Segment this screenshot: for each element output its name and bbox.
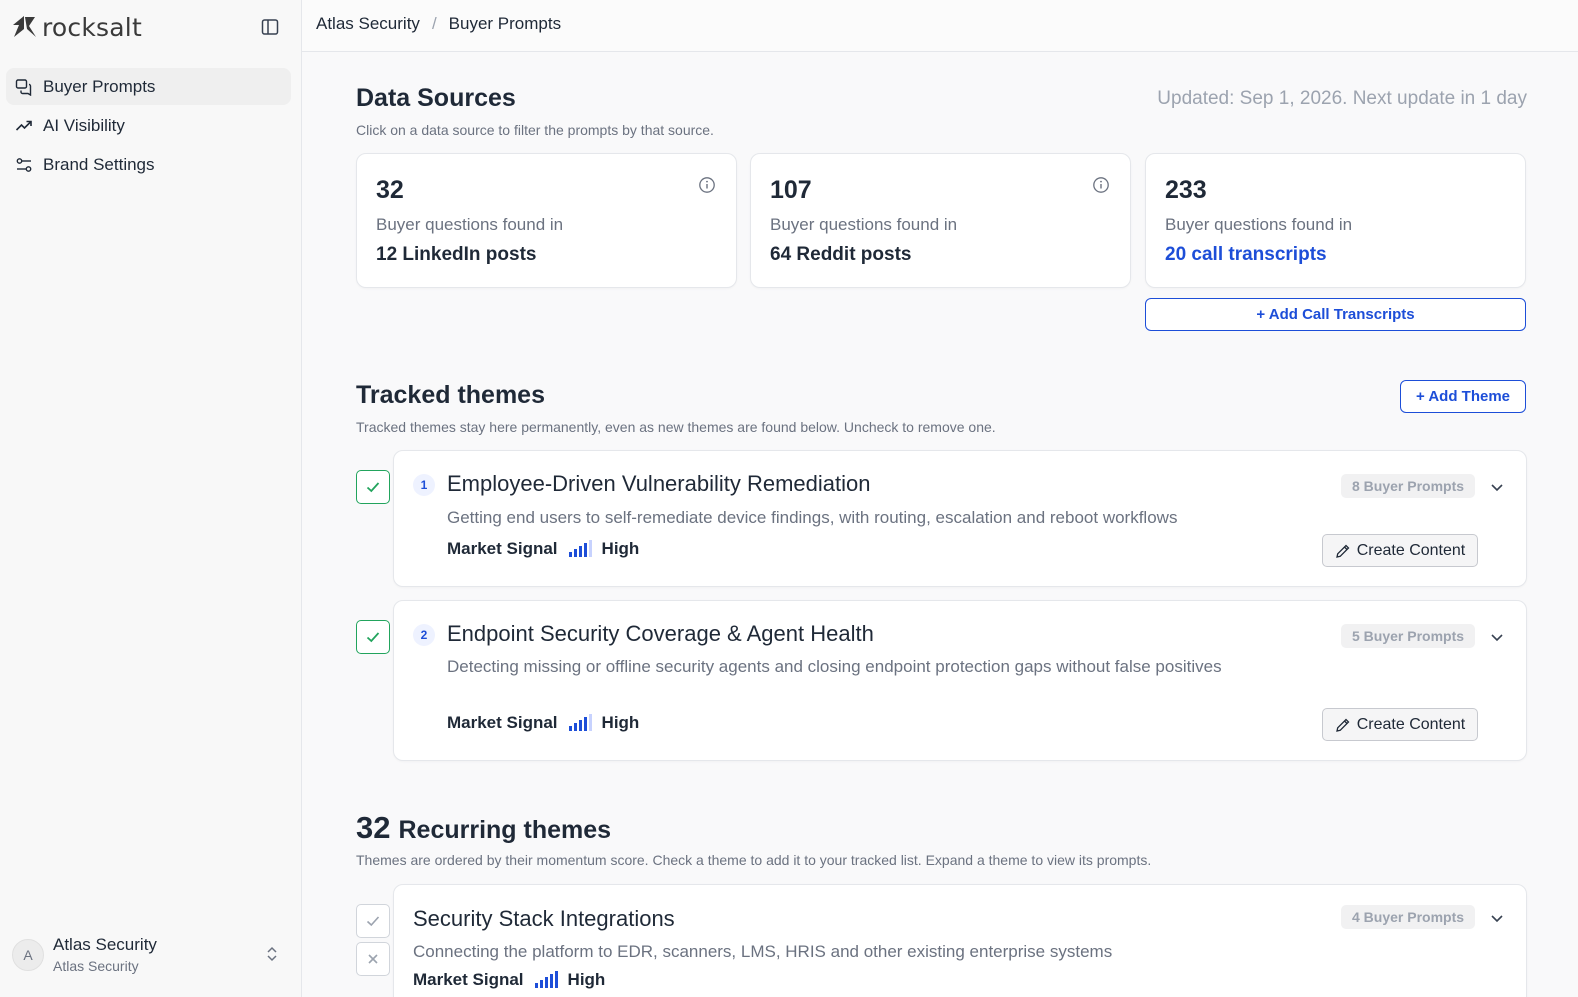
chevron-up-down-icon [267, 946, 277, 962]
source-label: Buyer questions found in [770, 215, 958, 234]
sidebar-item-buyer-prompts[interactable]: Buyer Prompts [6, 68, 291, 105]
create-content-label: Create Content [1356, 715, 1466, 733]
market-signal-value: High [601, 539, 640, 558]
source-card-reddit[interactable]: 107 Buyer questions found in 64 Reddit p… [750, 153, 1131, 288]
updated-status: Updated: Sep 1, 2026. Next update in 1 d… [1157, 88, 1527, 109]
theme-checkbox[interactable] [356, 620, 390, 654]
market-signal: Market Signal High [447, 713, 639, 733]
source-label: Buyer questions found in [1165, 215, 1353, 234]
tracked-theme-card[interactable]: 1 Employee-Driven Vulnerability Remediat… [393, 450, 1527, 587]
source-name: 12 LinkedIn posts [376, 244, 537, 265]
chevron-down-icon[interactable] [1489, 479, 1505, 495]
breadcrumb-current: Buyer Prompts [448, 14, 562, 33]
create-content-button[interactable]: Create Content [1322, 708, 1478, 741]
sliders-icon [16, 157, 32, 172]
theme-checkbox[interactable] [356, 470, 390, 504]
check-icon [366, 632, 380, 643]
avatar: A [12, 939, 44, 971]
trending-up-icon [15, 120, 32, 131]
market-signal-label: Market Signal [447, 713, 558, 732]
add-theme-button[interactable]: + Add Theme [1400, 380, 1526, 413]
recurring-themes-title: Recurring themes [398, 816, 612, 844]
theme-title: Employee-Driven Vulnerability Remediatio… [447, 471, 871, 496]
sidebar-item-label: Brand Settings [43, 154, 155, 174]
source-card-call-transcripts[interactable]: 233 Buyer questions found in 20 call tra… [1145, 153, 1526, 288]
logo[interactable]: rocksalt [10, 12, 290, 42]
create-content-button[interactable]: Create Content [1322, 534, 1478, 567]
breadcrumb: Atlas Security / Buyer Prompts [316, 14, 561, 34]
recurring-themes-heading: 32 Recurring themes [356, 810, 611, 846]
info-icon[interactable] [698, 176, 716, 194]
theme-title: Endpoint Security Coverage & Agent Healt… [447, 621, 874, 646]
sidebar: rocksalt Buyer Prompts AI Visibility Bra… [0, 0, 302, 997]
market-signal: Market Signal High [447, 539, 639, 559]
chevron-down-icon[interactable] [1489, 910, 1505, 926]
check-icon [366, 482, 380, 493]
call-transcripts-link[interactable]: 20 call transcripts [1165, 244, 1327, 266]
data-sources-subtitle: Click on a data source to filter the pro… [356, 122, 714, 138]
pencil-icon [1335, 544, 1350, 558]
recurring-themes-count: 32 [356, 810, 391, 845]
close-icon [368, 954, 378, 964]
topbar: Atlas Security / Buyer Prompts [302, 0, 1578, 52]
dismiss-theme-button[interactable] [356, 942, 390, 976]
sidebar-nav: Buyer Prompts AI Visibility Brand Settin… [6, 68, 291, 185]
source-label: Buyer questions found in [376, 215, 564, 234]
source-count: 107 [770, 176, 812, 204]
market-signal-value: High [601, 713, 640, 732]
account-name: Atlas Security [53, 935, 157, 955]
signal-bars-icon [534, 971, 558, 988]
sidebar-item-brand-settings[interactable]: Brand Settings [6, 146, 291, 183]
create-content-label: Create Content [1356, 541, 1466, 559]
account-switcher[interactable]: A Atlas Security Atlas Security [12, 932, 290, 978]
sidebar-toggle-icon[interactable] [260, 17, 280, 37]
sidebar-item-label: AI Visibility [43, 115, 125, 135]
source-name: 64 Reddit posts [770, 244, 912, 265]
market-signal-label: Market Signal [413, 970, 524, 989]
pencil-icon [1335, 718, 1350, 732]
recurring-themes-subtitle: Themes are ordered by their momentum sco… [356, 852, 1152, 868]
chevron-down-icon[interactable] [1489, 629, 1505, 645]
tracked-theme-card[interactable]: 2 Endpoint Security Coverage & Agent Hea… [393, 600, 1527, 761]
theme-description: Connecting the platform to EDR, scanners… [413, 942, 1113, 961]
market-signal-value: High [567, 970, 606, 989]
breadcrumb-org[interactable]: Atlas Security [316, 14, 420, 34]
theme-description: Detecting missing or offline security ag… [447, 657, 1222, 676]
source-count: 32 [376, 176, 404, 204]
signal-bars-icon [568, 540, 592, 557]
account-org: Atlas Security [53, 957, 139, 974]
buyer-prompts-count: 8 Buyer Prompts [1341, 474, 1476, 498]
signal-bars-icon [568, 714, 592, 731]
recurring-theme-card[interactable]: Security Stack Integrations Connecting t… [393, 884, 1527, 997]
accept-theme-button[interactable] [356, 904, 390, 938]
market-signal-label: Market Signal [447, 539, 558, 558]
sidebar-item-ai-visibility[interactable]: AI Visibility [6, 107, 291, 144]
info-icon[interactable] [1092, 176, 1110, 194]
breadcrumb-separator: / [431, 14, 437, 33]
sidebar-item-label: Buyer Prompts [43, 76, 156, 96]
theme-number-badge: 1 [413, 474, 435, 496]
source-count: 233 [1165, 176, 1207, 204]
add-call-transcripts-button[interactable]: + Add Call Transcripts [1145, 298, 1526, 331]
check-icon [366, 916, 380, 927]
market-signal: Market Signal High [413, 970, 605, 990]
source-card-linkedin[interactable]: 32 Buyer questions found in 12 LinkedIn … [356, 153, 737, 288]
buyer-prompts-count: 5 Buyer Prompts [1341, 624, 1476, 648]
buyer-prompts-count: 4 Buyer Prompts [1341, 905, 1476, 929]
data-sources-title: Data Sources [356, 84, 516, 112]
theme-description: Getting end users to self-remediate devi… [447, 508, 1178, 527]
tracked-themes-subtitle: Tracked themes stay here permanently, ev… [356, 419, 996, 435]
theme-title: Security Stack Integrations [413, 906, 675, 931]
tracked-themes-title: Tracked themes [356, 381, 545, 409]
rocksalt-logo-icon [13, 16, 36, 37]
chat-bubbles-icon [15, 78, 32, 96]
logo-text: rocksalt [42, 12, 142, 42]
theme-number-badge: 2 [413, 624, 435, 646]
main-content: Data Sources Click on a data source to f… [302, 52, 1578, 997]
